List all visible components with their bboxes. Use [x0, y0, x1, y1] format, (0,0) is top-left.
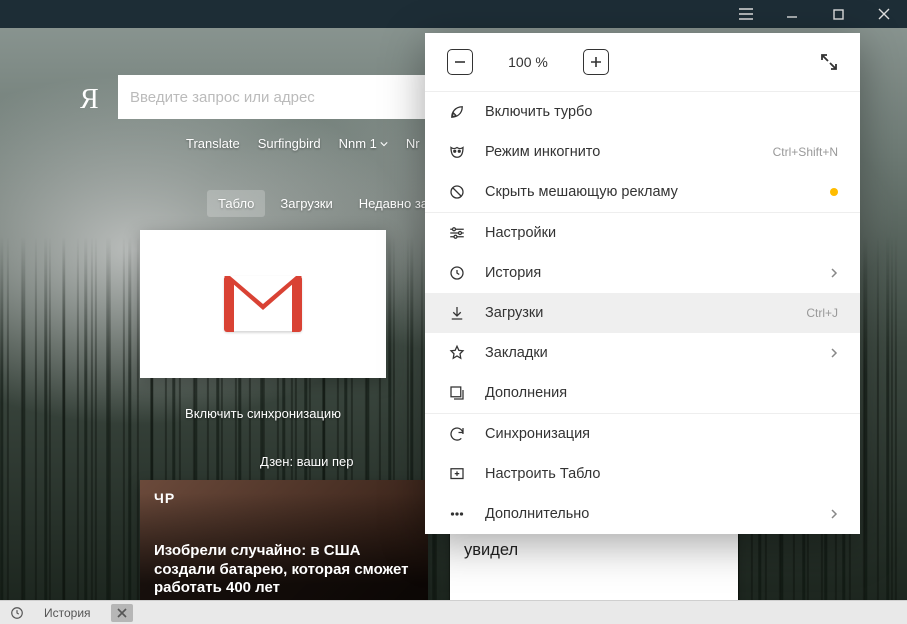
menu-label: Включить турбо: [485, 104, 838, 120]
menu-item-downloads[interactable]: Загрузки Ctrl+J: [425, 293, 860, 333]
zen-heading: Дзен: ваши пер: [260, 454, 353, 469]
layers-icon: [447, 383, 467, 403]
download-icon: [447, 303, 467, 323]
zoom-in-button[interactable]: [583, 49, 609, 75]
mask-icon: [447, 142, 467, 162]
tablo-tile-gmail[interactable]: [140, 230, 386, 378]
shortcut-label: Ctrl+J: [806, 306, 838, 320]
no-entry-icon: [447, 182, 467, 202]
hamburger-menu-button[interactable]: [723, 0, 769, 28]
status-bar: История: [0, 600, 907, 624]
menu-item-bookmarks[interactable]: Закладки: [425, 333, 860, 373]
chevron-right-icon: [830, 348, 838, 358]
clock-icon: [10, 606, 24, 620]
indicator-dot: [830, 188, 838, 196]
menu-item-turbo[interactable]: Включить турбо: [425, 92, 860, 132]
status-history-chip[interactable]: История: [38, 601, 97, 624]
menu-item-more[interactable]: Дополнительно: [425, 494, 860, 534]
menu-label: Дополнительно: [485, 506, 812, 522]
tab-downloads[interactable]: Загрузки: [269, 190, 343, 217]
menu-item-history[interactable]: История: [425, 253, 860, 293]
fullscreen-button[interactable]: [820, 53, 838, 71]
menu-label: Настройки: [485, 225, 838, 241]
menu-item-hide-ads[interactable]: Скрыть мешающую рекламу: [425, 172, 860, 212]
menu-label: Режим инкогнито: [485, 144, 755, 160]
window-minimize-button[interactable]: [769, 0, 815, 28]
shortcut-label: Ctrl+Shift+N: [773, 145, 838, 159]
menu-item-sync[interactable]: Синхронизация: [425, 414, 860, 454]
menu-item-settings[interactable]: Настройки: [425, 213, 860, 253]
menu-label: Скрыть мешающую рекламу: [485, 184, 804, 200]
add-tile-icon: [447, 464, 467, 484]
zoom-row: 100 %: [425, 33, 860, 91]
zen-card-text: Изобрели случайно: в США создали батарею…: [154, 542, 414, 598]
quicklink-surfingbird[interactable]: Surfingbird: [258, 136, 321, 151]
refresh-icon: [447, 424, 467, 444]
more-icon: [447, 504, 467, 524]
menu-label: Дополнения: [485, 385, 838, 401]
status-history-label: История: [44, 606, 91, 620]
chevron-right-icon: [830, 509, 838, 519]
menu-label: Синхронизация: [485, 426, 838, 442]
tile-sync-caption[interactable]: Включить синхронизацию: [140, 406, 386, 421]
zen-card-1[interactable]: ЧР Изобрели случайно: в США создали бата…: [140, 480, 428, 610]
zoom-out-button[interactable]: [447, 49, 473, 75]
star-icon: [447, 343, 467, 363]
clock-icon: [447, 263, 467, 283]
window-maximize-button[interactable]: [815, 0, 861, 28]
menu-item-incognito[interactable]: Режим инкогнито Ctrl+Shift+N: [425, 132, 860, 172]
quicklinks-bar: Translate Surfingbird Nnm 1 Nr: [186, 136, 420, 151]
quicklink-translate[interactable]: Translate: [186, 136, 240, 151]
quicklink-nnm1[interactable]: Nnm 1: [339, 136, 388, 151]
menu-label: История: [485, 265, 812, 281]
menu-label: Закладки: [485, 345, 812, 361]
menu-label: Загрузки: [485, 305, 788, 321]
zoom-percent: 100 %: [503, 54, 553, 70]
gmail-icon: [224, 276, 302, 332]
sliders-icon: [447, 223, 467, 243]
chevron-right-icon: [830, 268, 838, 278]
status-close-button[interactable]: [111, 604, 133, 622]
main-menu-dropdown: 100 % Включить турбо Режим инкогнито Ctr…: [425, 33, 860, 534]
quicklink-nr[interactable]: Nr: [406, 136, 420, 151]
window-close-button[interactable]: [861, 0, 907, 28]
zen-card-brand: ЧР: [154, 490, 175, 506]
menu-label: Настроить Табло: [485, 466, 838, 482]
rocket-icon: [447, 102, 467, 122]
window-titlebar: [0, 0, 907, 28]
yandex-logo[interactable]: Я: [80, 84, 99, 116]
menu-item-configure-tablo[interactable]: Настроить Табло: [425, 454, 860, 494]
start-tabs: Табло Загрузки Недавно за: [207, 190, 439, 217]
menu-item-addons[interactable]: Дополнения: [425, 373, 860, 413]
tab-tablo[interactable]: Табло: [207, 190, 265, 217]
